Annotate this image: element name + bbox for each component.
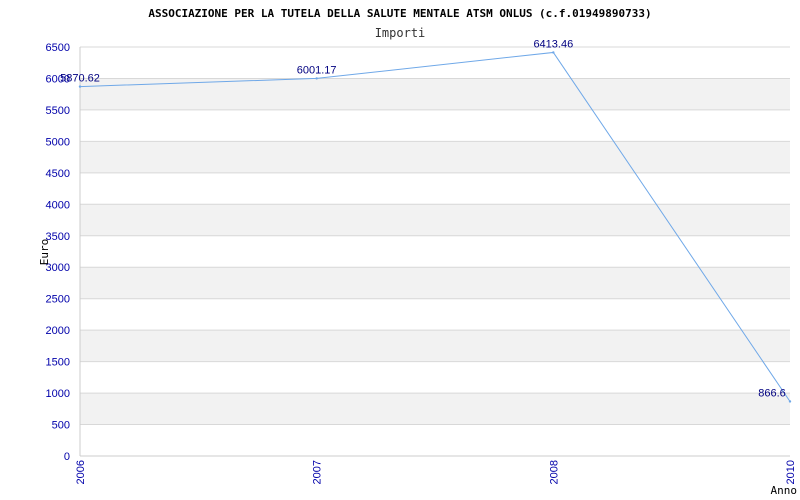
data-point — [315, 77, 318, 80]
x-tick-labels: 2006 2007 2008 2010 — [75, 460, 797, 484]
x-tick-label: 2010 — [785, 460, 797, 484]
grid-band — [80, 267, 790, 299]
data-label: 866.6 — [758, 387, 786, 399]
data-label: 6413.46 — [533, 38, 573, 50]
chart-title: ASSOCIAZIONE PER LA TUTELA DELLA SALUTE … — [148, 7, 651, 20]
grid-band — [80, 393, 790, 425]
y-tick-label: 1000 — [46, 388, 70, 400]
x-tick-label: 2008 — [548, 460, 560, 484]
y-tick-label: 6500 — [46, 42, 70, 54]
y-tick-label: 0 — [64, 451, 70, 463]
x-tick-label: 2007 — [312, 460, 324, 484]
data-point — [552, 51, 555, 54]
y-tick-label: 5000 — [46, 136, 70, 148]
grid-band — [80, 141, 790, 173]
y-tick-label: 4500 — [46, 168, 70, 180]
y-axis-title: Euro — [38, 239, 51, 266]
y-tick-label: 2000 — [46, 325, 70, 337]
y-tick-label: 1500 — [46, 357, 70, 369]
data-point — [78, 85, 82, 88]
y-tick-label: 500 — [52, 420, 70, 432]
chart-subtitle: Importi — [375, 26, 426, 40]
data-label: 6001.17 — [297, 64, 337, 76]
line-chart: 0500100015002000250030003500400045005000… — [38, 7, 798, 497]
data-label: 5870.62 — [60, 73, 100, 85]
y-tick-label: 5500 — [46, 105, 70, 117]
x-tick-label: 2006 — [75, 460, 87, 484]
grid-band — [80, 330, 790, 362]
grid-bands — [80, 78, 790, 425]
x-axis-title: Anno — [771, 484, 798, 497]
grid-band — [80, 204, 790, 236]
data-point — [788, 400, 792, 403]
y-tick-label: 2500 — [46, 294, 70, 306]
y-tick-label: 4000 — [46, 199, 70, 211]
